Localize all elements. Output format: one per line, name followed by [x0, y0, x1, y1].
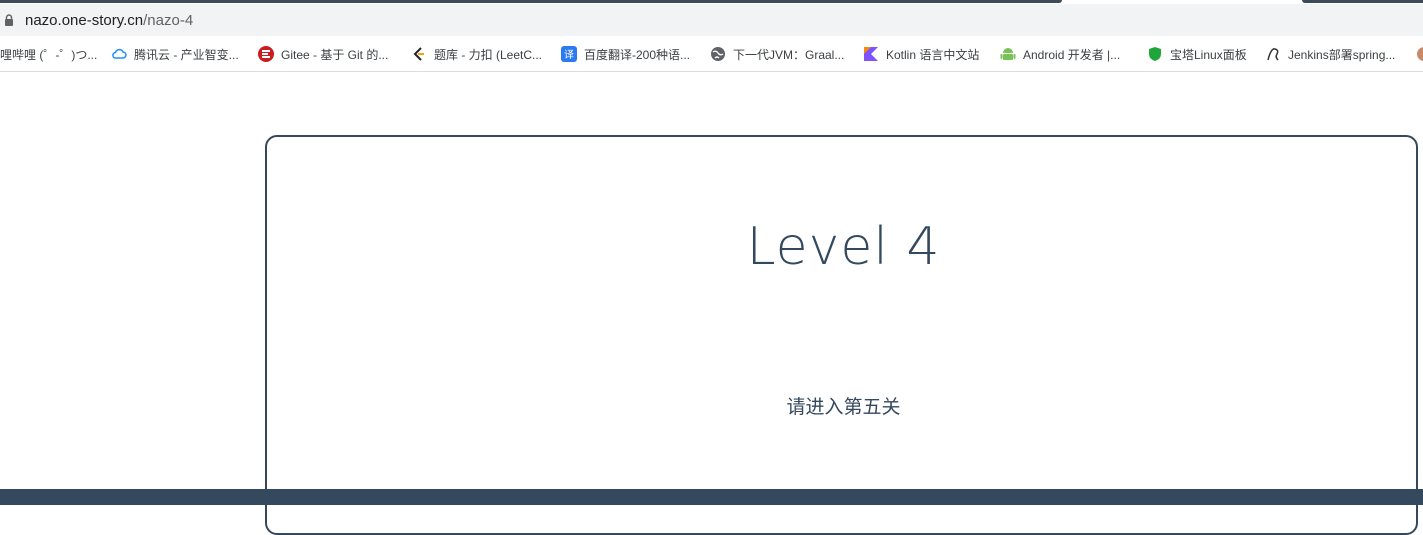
tencent-cloud-icon: [112, 48, 127, 59]
footer-bar: [0, 489, 1423, 505]
bookmark-label: Jenkins部署spring...: [1288, 47, 1396, 62]
url-host: nazo.one-story.cn: [25, 12, 144, 29]
url-text[interactable]: nazo.one-story.cn/nazo-4: [25, 12, 193, 29]
bookmark-kotlin[interactable]: Kotlin 语言中文站: [863, 45, 979, 63]
bookmark-bilibili[interactable]: 哩哔哩 (゜-゜)つ...: [0, 45, 97, 63]
bookmark-android[interactable]: Android 开发者 |...: [1000, 45, 1120, 63]
level-card: Level 4 请进入第五关: [265, 135, 1418, 535]
leetcode-icon: [413, 47, 424, 61]
kotlin-icon: [864, 47, 878, 61]
bookmark-label: 百度翻译-200种语...: [584, 47, 691, 62]
bookmark-baota[interactable]: 宝塔Linux面板: [1147, 45, 1247, 63]
level-hint: 请进入第五关: [786, 397, 901, 418]
bookmark-label: Gitee - 基于 Git 的...: [281, 47, 389, 62]
bookmark-baidu-translate[interactable]: 译 百度翻译-200种语...: [561, 45, 690, 63]
tab-strip-left[interactable]: [0, 0, 1062, 3]
bookmark-overflow[interactable]: [1416, 45, 1423, 63]
gitee-icon: [258, 46, 274, 62]
bookmark-jenkins[interactable]: Jenkins部署spring...: [1265, 45, 1395, 63]
bookmark-tencent-cloud[interactable]: 腾讯云 - 产业智变...: [111, 45, 239, 63]
url-path: /nazo-4: [143, 12, 194, 29]
bookmark-label: Kotlin 语言中文站: [886, 47, 980, 62]
address-bar[interactable]: nazo.one-story.cn/nazo-4: [0, 4, 1423, 36]
bookmark-gitee[interactable]: Gitee - 基于 Git 的...: [258, 45, 388, 63]
tab-strip-right[interactable]: [1302, 0, 1423, 3]
android-icon: [1000, 48, 1016, 60]
bookmark-leetcode[interactable]: 题库 - 力扣 (LeetC...: [411, 45, 542, 63]
bookmark-label: 下一代JVM：Graal...: [733, 47, 845, 62]
bookmark-label: Android 开发者 |...: [1023, 47, 1121, 62]
bookmark-label: 哩哔哩 (゜-゜)つ...: [0, 47, 98, 62]
bookmark-graal[interactable]: 下一代JVM：Graal...: [710, 45, 844, 63]
lock-icon[interactable]: [4, 14, 14, 26]
baota-icon: [1149, 47, 1161, 61]
baidu-translate-icon: 译: [561, 46, 577, 62]
globe-icon: [711, 47, 725, 61]
bookmark-label: 题库 - 力扣 (LeetC...: [434, 47, 543, 62]
bookmark-favicon-icon: [1417, 47, 1423, 61]
bookmarks-bar: 哩哔哩 (゜-゜)つ... 腾讯云 - 产业智变... Gitee - 基于 G…: [0, 36, 1423, 72]
page-title: Level 4: [746, 217, 941, 277]
bookmark-label: 腾讯云 - 产业智变...: [134, 47, 239, 62]
jenkins-icon: [1267, 48, 1279, 61]
bookmark-label: 宝塔Linux面板: [1170, 47, 1247, 62]
svg-text:译: 译: [564, 49, 574, 61]
